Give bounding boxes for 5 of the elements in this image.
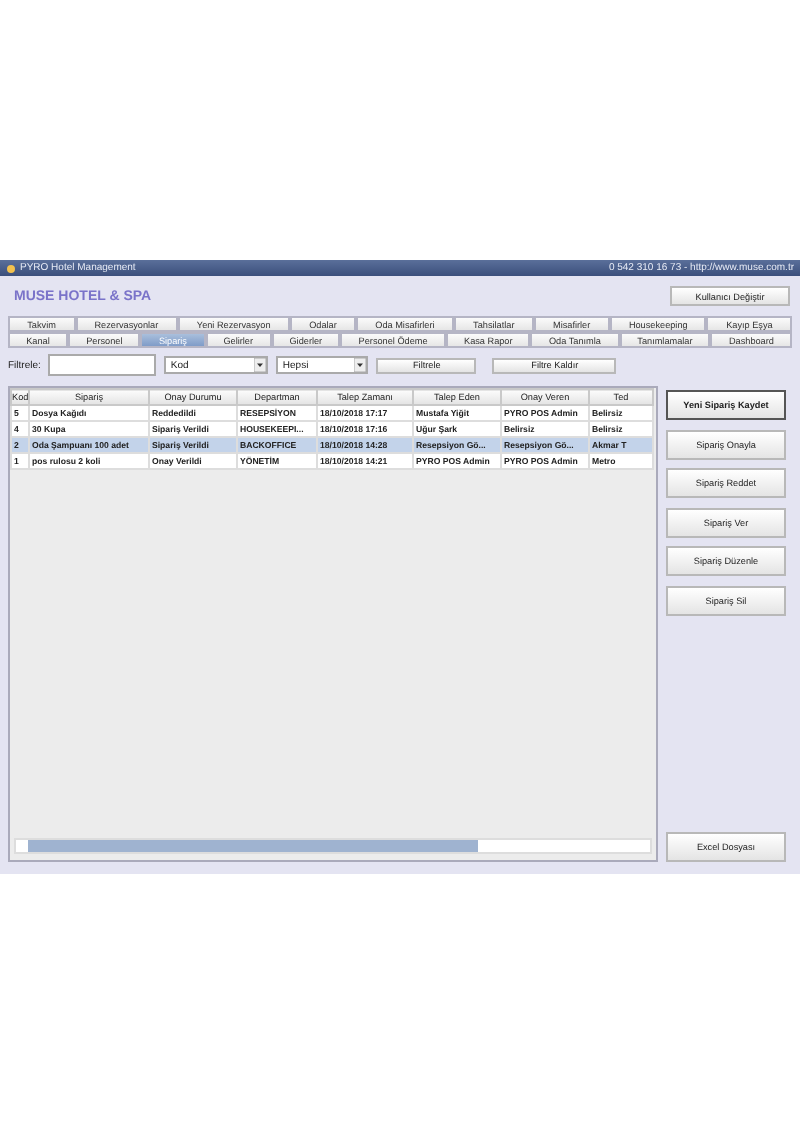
dropdown-arrow-icon — [354, 358, 367, 372]
filter-input[interactable] — [48, 354, 157, 376]
horizontal-scrollbar[interactable] — [14, 838, 652, 854]
dropdown-arrow-icon — [254, 358, 267, 372]
app-icon — [6, 263, 16, 273]
